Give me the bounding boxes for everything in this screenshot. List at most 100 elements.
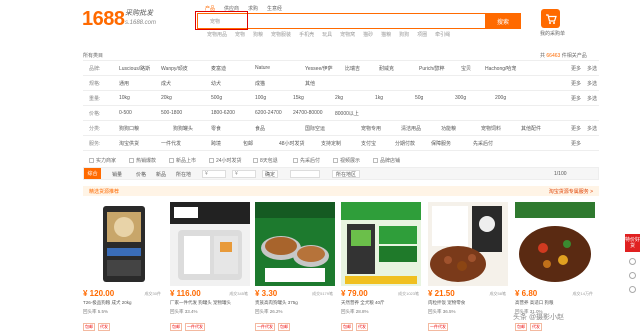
filter-option[interactable]: 先采后付 [473,140,493,147]
product-title[interactable]: 厂家一件代发 狗罐头 宠物罐头 [170,300,250,306]
filter-option[interactable]: Yessee/伊萨 [305,65,333,72]
filter-option[interactable]: 狗狗罐头 [173,125,193,132]
checkbox-video[interactable]: 视频展示 [333,157,360,164]
filter-option[interactable]: 1800-6200 [211,110,235,116]
hot-word[interactable]: 狗狗 [399,31,409,38]
checkbox-24h[interactable]: 24小时发货 [209,157,242,164]
filter-option[interactable]: Nature [255,65,270,71]
checkbox-new[interactable]: 新品上市 [169,157,196,164]
product-card[interactable]: ¥ 120.00 成交30件 T26-极品狗粮 成犬 20kg 回头率 5.5%… [83,202,163,332]
filter-option[interactable]: 淘宝供货 [119,140,139,147]
sort-new[interactable]: 新品 [156,171,166,178]
filter-option[interactable]: 100g [255,95,266,101]
special-offer-button[interactable]: 特价好货 [625,234,640,252]
hot-word[interactable]: 宠物用品 [207,31,227,38]
filter-option[interactable]: 麦富迪 [211,65,226,72]
product-title[interactable]: T26-极品狗粮 成犬 20kg [83,300,163,306]
filter-option[interactable]: 500-1800 [161,110,182,116]
more-button[interactable]: 更多 [571,125,581,132]
filter-option[interactable]: Wanpy/顽皮 [161,65,188,72]
product-image-dog-can[interactable] [170,202,250,286]
checkbox-strong-merchant[interactable]: 实力商家 [89,157,116,164]
hot-word[interactable]: 牵引绳 [435,31,450,38]
logo[interactable]: 1688 [82,8,125,30]
hot-word[interactable]: 猫粮 [381,31,391,38]
filter-option[interactable]: 分期付款 [395,140,415,147]
filter-option[interactable]: Luscious/路斯 [119,65,150,72]
filter-option[interactable]: 6200-24700 [255,110,282,116]
sort-location[interactable]: 所在地 [176,171,191,178]
more-button[interactable]: 更多 [571,65,581,72]
filter-option[interactable]: 20kg [161,95,172,101]
filter-option[interactable]: 300g [455,95,466,101]
hot-word[interactable]: 狗粮 [253,31,263,38]
product-card[interactable]: ¥ 21.50 成交58笔 肉粒拌饭 宠物零食 回头率 36.5% 一件代发 [428,202,508,332]
filter-option[interactable]: 食品 [255,125,265,132]
checkbox-brand[interactable]: 品牌店铺 [373,157,400,164]
product-image-natural-food[interactable] [341,202,421,286]
filter-option[interactable]: 幼犬 [211,80,221,87]
cart-icon[interactable] [541,9,560,28]
filter-option[interactable]: 2kg [335,95,343,101]
product-card[interactable]: ¥ 79.00 成交1023笔 天然营养 全犬粮 40斤 回头率 28.8% 包… [341,202,421,332]
product-title[interactable]: 高营养 高适口 狗粮 [515,300,595,306]
feedback-icon[interactable] [629,272,636,279]
filter-option[interactable]: 跨境 [211,140,221,147]
search-tab-business[interactable]: 生意经 [267,5,282,12]
filter-option[interactable]: 宠物饲料 [481,125,501,132]
price-from-input[interactable]: ¥ [202,170,226,178]
product-title[interactable]: 贵族高肉狗罐头 375g [255,300,335,306]
filter-option[interactable]: 其他配件 [521,125,541,132]
hot-word[interactable]: 手机壳 [299,31,314,38]
filter-option[interactable]: 24700-80000 [293,110,322,116]
filter-option[interactable]: 1kg [375,95,383,101]
product-title[interactable]: 肉粒拌饭 宠物零食 [428,300,508,306]
product-title[interactable]: 天然营养 全犬粮 40斤 [341,300,421,306]
service-icon[interactable] [629,286,636,293]
cart-label[interactable]: 我的采购单 [540,30,565,37]
more-button[interactable]: 更多 [571,140,581,147]
product-card[interactable]: ¥ 3.30 成交5179笔 贵族高肉狗罐头 375g 回头率 26.2% 一件… [255,202,335,332]
checkbox-pay-later[interactable]: 先采后付 [293,157,320,164]
multi-select-button[interactable]: 多选 [587,95,597,102]
product-image-dog-food[interactable] [83,202,163,286]
more-button[interactable]: 更多 [571,95,581,102]
more-button[interactable]: 更多 [571,80,581,87]
filter-option[interactable]: 其他 [305,80,315,87]
hot-word[interactable]: 项圈 [417,31,427,38]
search-button[interactable]: 搜索 [485,13,521,29]
sort-default[interactable]: 综合 [84,168,101,179]
sort-price[interactable]: 价格 [136,171,146,178]
filter-option[interactable]: 15kg [293,95,304,101]
hot-word[interactable]: 宠物 [235,31,245,38]
product-card[interactable]: ¥ 116.00 成交345笔 厂家一件代发 狗罐头 宠物罐头 回头率 33.4… [170,202,250,332]
filter-option[interactable]: 支持定制 [321,140,341,147]
filter-option[interactable]: 宠物专用 [361,125,381,132]
hot-word[interactable]: 玩具 [322,31,332,38]
filter-option[interactable]: 宝贝 [461,65,471,72]
filter-option[interactable]: 通用 [119,80,129,87]
location-select[interactable]: 所在地区 [332,170,360,178]
hot-word[interactable]: 宠物窝 [340,31,355,38]
filter-option[interactable]: 比瑞吉 [345,65,360,72]
filter-option[interactable]: 50g [415,95,423,101]
promo-right-link[interactable]: 淘宝货源专属服务 > [549,188,593,195]
filter-option[interactable]: Purich/醇粹 [419,65,445,72]
filter-option[interactable]: 国际空运 [305,125,325,132]
filter-option[interactable]: 功能粮 [441,125,456,132]
help-icon[interactable] [629,258,636,265]
filter-option[interactable]: 耐威克 [379,65,394,72]
product-image-meat-topping[interactable] [428,202,508,286]
filter-option[interactable]: 支付宝 [361,140,376,147]
filter-option[interactable]: 清洁用品 [401,125,421,132]
filter-option[interactable]: 80000以上 [335,110,359,117]
hot-word[interactable]: 猫砂 [363,31,373,38]
filter-option[interactable]: 48小时发货 [279,140,305,147]
filter-option[interactable]: Hachong/哈宠 [485,65,516,72]
product-image-high-nutrition[interactable] [515,202,595,286]
product-image-meat-can[interactable] [255,202,335,286]
checkbox-return[interactable]: 8天包退 [253,157,278,164]
search-tab-buy[interactable]: 求购 [248,5,258,12]
price-to-input[interactable]: ¥ [232,170,256,178]
filter-option[interactable]: 500g [211,95,222,101]
